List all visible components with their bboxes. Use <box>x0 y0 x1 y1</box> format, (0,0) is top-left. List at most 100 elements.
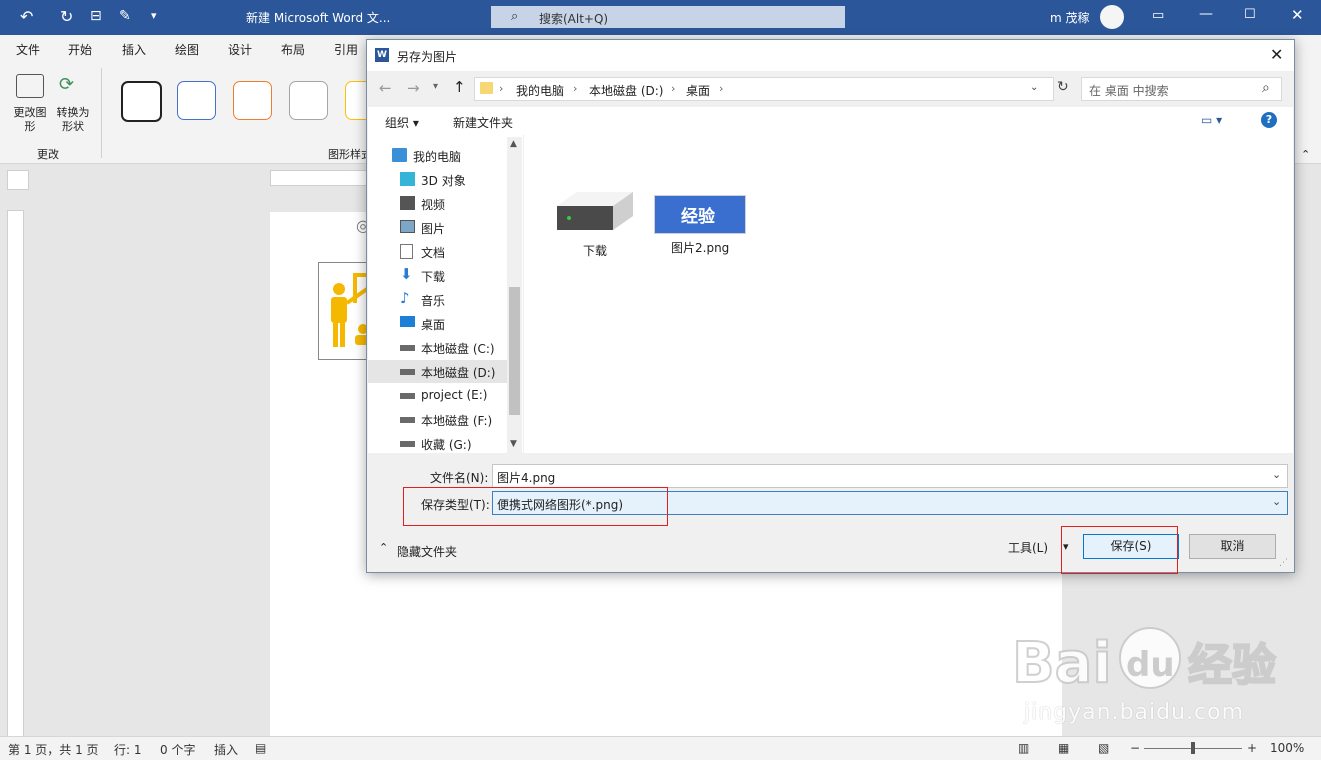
undo-icon[interactable]: ↶ <box>20 7 33 26</box>
file-item-image[interactable]: 经验 图片2.png <box>654 195 749 265</box>
nav-item-drive-c[interactable]: 本地磁盘 (C:) <box>368 336 508 359</box>
cancel-button[interactable]: 取消 <box>1189 534 1276 559</box>
tab-references[interactable]: 引用 <box>334 41 358 58</box>
tools-button[interactable]: 工具(L) <box>1008 539 1048 556</box>
filetype-dropdown-icon[interactable]: ⌄ <box>1272 495 1281 508</box>
close-icon[interactable]: ✕ <box>1291 6 1304 24</box>
up-arrow-icon[interactable]: ↑ <box>453 78 466 96</box>
nav-item-drive-d[interactable]: 本地磁盘 (D:) <box>368 360 508 383</box>
zoom-level[interactable]: 100% <box>1270 741 1304 755</box>
refresh-icon[interactable]: ↻ <box>1057 79 1069 95</box>
zoom-out-icon[interactable]: − <box>1130 741 1140 755</box>
forward-arrow-icon[interactable]: → <box>407 79 420 97</box>
scrollbar-thumb[interactable] <box>509 287 520 415</box>
tab-insert[interactable]: 插入 <box>122 41 146 58</box>
music-icon: ♪ <box>400 289 410 307</box>
redo-icon[interactable]: ↻ <box>60 7 73 26</box>
search-box[interactable]: ⌕ 搜索(Alt+Q) <box>491 6 845 28</box>
nav-item-music[interactable]: ♪ 音乐 <box>368 288 508 311</box>
print-layout-icon[interactable]: ▦ <box>1058 741 1069 755</box>
ribbon-display-icon[interactable]: ▭ <box>1152 8 1164 23</box>
resize-grip-icon[interactable]: ⋰ <box>1279 558 1288 568</box>
dialog-close-icon[interactable]: ✕ <box>1270 45 1283 64</box>
page-count[interactable]: 第 1 页，共 1 页 <box>8 741 99 758</box>
folder-icon <box>480 82 493 94</box>
nav-item-3d-objects[interactable]: 3D 对象 <box>368 168 508 191</box>
breadcrumb-sep-icon: › <box>719 82 724 95</box>
web-layout-icon[interactable]: ▧ <box>1098 741 1109 755</box>
change-shape-icon <box>16 74 44 98</box>
breadcrumb-drive-d[interactable]: 本地磁盘 (D:) <box>589 82 663 99</box>
address-bar[interactable]: › 我的电脑 › 本地磁盘 (D:) › 桌面 › ⌄ <box>474 77 1054 101</box>
nav-item-drive-e[interactable]: project (E:) <box>368 384 508 407</box>
filename-dropdown-icon[interactable]: ⌄ <box>1272 468 1281 481</box>
nav-item-my-computer[interactable]: 我的电脑 <box>368 144 508 167</box>
convert-label: 转换为形状 <box>56 106 90 133</box>
edit-icon[interactable]: ✎ <box>119 8 131 24</box>
convert-to-shape-button[interactable]: ⟳ 转换为形状 <box>53 74 93 134</box>
breadcrumb-sep-icon: › <box>671 82 676 95</box>
svg-text:Bai: Bai <box>1012 631 1112 696</box>
nav-item-pictures[interactable]: 图片 <box>368 216 508 239</box>
view-options-icon[interactable]: ▭ ▾ <box>1201 113 1222 127</box>
minimize-icon[interactable]: — <box>1199 6 1213 22</box>
hide-folders-label: 隐藏文件夹 <box>397 545 458 559</box>
horizontal-ruler[interactable] <box>270 170 372 186</box>
read-mode-icon[interactable]: ▥ <box>1018 741 1029 755</box>
quick-access-icon[interactable]: ⊟ <box>90 8 102 24</box>
style-swatch[interactable] <box>121 81 162 122</box>
breadcrumb-my-computer[interactable]: 我的电脑 <box>516 82 564 99</box>
organize-button[interactable]: 组织 ▾ <box>385 114 419 131</box>
insert-mode[interactable]: 插入 <box>214 741 238 758</box>
scroll-down-icon[interactable]: ▼ <box>510 439 517 449</box>
maximize-icon[interactable]: ☐ <box>1244 7 1256 22</box>
folder-search-input[interactable]: 在 桌面 中搜索 ⌕ <box>1081 77 1282 101</box>
document-title[interactable]: 新建 Microsoft Word 文... <box>246 9 390 26</box>
search-icon: ⌕ <box>1262 80 1270 96</box>
download-icon: ⬇ <box>400 265 413 283</box>
tab-draw[interactable]: 绘图 <box>175 41 199 58</box>
ruler-corner[interactable] <box>7 170 29 190</box>
collapse-ribbon-icon[interactable]: ⌃ <box>1301 148 1310 161</box>
file-item-downloads[interactable]: 下载 <box>549 190 639 260</box>
word-count[interactable]: 0 个字 <box>160 741 195 758</box>
style-swatch[interactable] <box>177 81 216 120</box>
nav-item-drive-f[interactable]: 本地磁盘 (F:) <box>368 408 508 431</box>
tab-design[interactable]: 设计 <box>228 41 252 58</box>
hide-folders-toggle[interactable]: ⌃ 隐藏文件夹 <box>379 541 469 559</box>
nav-item-video[interactable]: 视频 <box>368 192 508 215</box>
drive-icon <box>557 192 633 230</box>
nav-item-documents[interactable]: 文档 <box>368 240 508 263</box>
style-swatch[interactable] <box>233 81 272 120</box>
new-folder-button[interactable]: 新建文件夹 <box>453 114 513 131</box>
save-as-picture-dialog: W 另存为图片 ✕ ← → ▾ ↑ › 我的电脑 › 本地磁盘 (D:) › 桌… <box>366 39 1295 574</box>
tab-home[interactable]: 开始 <box>68 41 92 58</box>
scroll-up-icon[interactable]: ▲ <box>510 139 517 149</box>
breadcrumb-desktop[interactable]: 桌面 <box>686 82 710 99</box>
user-name[interactable]: m 茂稼 <box>1050 9 1090 26</box>
nav-scrollbar[interactable]: ▲ ▼ <box>507 137 522 453</box>
nav-item-drive-g[interactable]: 收藏 (G:) <box>368 432 508 452</box>
recent-chevron-icon[interactable]: ▾ <box>433 81 438 92</box>
customize-chevron-icon[interactable]: ▾ <box>151 9 157 22</box>
nav-item-desktop[interactable]: 桌面 <box>368 312 508 335</box>
filename-input[interactable]: 图片4.png ⌄ <box>492 464 1288 488</box>
search-icon: ⌕ <box>511 9 519 24</box>
tab-layout[interactable]: 布局 <box>281 41 305 58</box>
search-placeholder: 搜索(Alt+Q) <box>539 12 609 26</box>
avatar[interactable] <box>1100 5 1124 29</box>
nav-item-downloads[interactable]: ⬇ 下载 <box>368 264 508 287</box>
macro-icon[interactable]: ▤ <box>255 741 266 755</box>
back-arrow-icon[interactable]: ← <box>379 79 392 97</box>
navigation-pane: 我的电脑 3D 对象 视频 图片 文档 ⬇ 下载 ♪ 音乐 桌面 本地磁盘 (C… <box>368 135 523 453</box>
change-shape-button[interactable]: 更改图形 <box>10 74 50 134</box>
line-number[interactable]: 行: 1 <box>114 741 142 758</box>
zoom-slider-thumb[interactable] <box>1191 742 1195 754</box>
help-icon[interactable]: ? <box>1261 112 1277 128</box>
zoom-in-icon[interactable]: + <box>1247 741 1257 755</box>
style-swatch[interactable] <box>289 81 328 120</box>
vertical-ruler[interactable] <box>7 210 24 742</box>
address-dropdown-icon[interactable]: ⌄ <box>1030 82 1038 93</box>
thumbnail-text: 经验 <box>681 207 715 227</box>
tab-file[interactable]: 文件 <box>16 41 40 58</box>
